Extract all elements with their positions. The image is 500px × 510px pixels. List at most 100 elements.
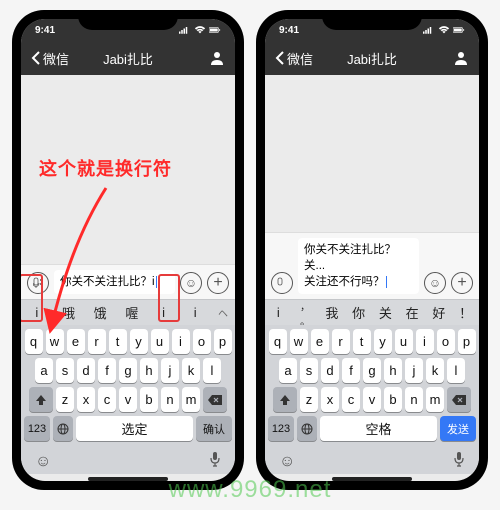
key-s[interactable]: s: [56, 358, 74, 383]
mic-icon[interactable]: [209, 451, 221, 472]
plus-button[interactable]: +: [451, 272, 473, 294]
candidate[interactable]: 我: [319, 303, 346, 322]
voice-button[interactable]: [271, 272, 293, 294]
home-indicator[interactable]: [88, 477, 168, 481]
chat-body[interactable]: [265, 75, 479, 232]
key-shift[interactable]: [29, 387, 53, 412]
key-globe[interactable]: [53, 416, 73, 441]
candidate[interactable]: i: [21, 305, 53, 320]
candidate[interactable]: ！: [452, 303, 479, 322]
key-s[interactable]: s: [300, 358, 318, 383]
key-c[interactable]: c: [98, 387, 116, 412]
key-p[interactable]: p: [214, 329, 232, 354]
key-globe[interactable]: [297, 416, 317, 441]
message-input[interactable]: 你关不关注扎比？ 关... 关注还不行吗？: [298, 238, 419, 294]
key-space[interactable]: 空格: [320, 416, 437, 441]
key-a[interactable]: a: [35, 358, 53, 383]
candidate[interactable]: 关: [372, 303, 399, 322]
key-u[interactable]: u: [395, 329, 413, 354]
candidate[interactable]: i: [148, 305, 180, 320]
key-space[interactable]: 选定: [76, 416, 193, 441]
chat-body[interactable]: 这个就是换行符: [21, 75, 235, 264]
key-d[interactable]: d: [77, 358, 95, 383]
key-m[interactable]: m: [426, 387, 444, 412]
key-v[interactable]: v: [363, 387, 381, 412]
key-b[interactable]: b: [384, 387, 402, 412]
back-button[interactable]: 微信: [31, 49, 103, 68]
key-backspace[interactable]: [447, 387, 471, 412]
key-b[interactable]: b: [140, 387, 158, 412]
key-return[interactable]: 确认: [196, 416, 232, 441]
key-j[interactable]: j: [405, 358, 423, 383]
key-g[interactable]: g: [363, 358, 381, 383]
key-y[interactable]: y: [374, 329, 392, 354]
key-y[interactable]: y: [130, 329, 148, 354]
key-d[interactable]: d: [321, 358, 339, 383]
title-bar: 微信 Jabi扎比: [21, 41, 235, 75]
mic-icon[interactable]: [453, 451, 465, 472]
key-l[interactable]: l: [447, 358, 465, 383]
profile-icon[interactable]: [453, 50, 469, 66]
key-j[interactable]: j: [161, 358, 179, 383]
title-bar: 微信 Jabi扎比: [265, 41, 479, 75]
key-f[interactable]: f: [342, 358, 360, 383]
key-123[interactable]: 123: [24, 416, 50, 441]
emoji-keyboard-icon[interactable]: ☺: [35, 453, 51, 471]
candidate[interactable]: 在: [399, 303, 426, 322]
key-k[interactable]: k: [426, 358, 444, 383]
home-indicator[interactable]: [332, 477, 412, 481]
emoji-button[interactable]: ☺: [424, 272, 446, 294]
key-z[interactable]: z: [56, 387, 74, 412]
candidate[interactable]: 好: [426, 303, 453, 322]
key-m[interactable]: m: [182, 387, 200, 412]
key-h[interactable]: h: [140, 358, 158, 383]
key-z[interactable]: z: [300, 387, 318, 412]
key-i[interactable]: i: [172, 329, 190, 354]
chat-title: Jabi扎比: [103, 49, 153, 68]
key-k[interactable]: k: [182, 358, 200, 383]
candidate[interactable]: i: [265, 305, 292, 320]
key-n[interactable]: n: [161, 387, 179, 412]
profile-icon[interactable]: [209, 50, 225, 66]
key-p[interactable]: p: [458, 329, 476, 354]
wifi-icon: [438, 25, 450, 35]
key-w[interactable]: w: [290, 329, 308, 354]
key-backspace[interactable]: [203, 387, 227, 412]
key-f[interactable]: f: [98, 358, 116, 383]
key-g[interactable]: g: [119, 358, 137, 383]
battery-icon: [209, 25, 221, 35]
key-r[interactable]: r: [332, 329, 350, 354]
key-a[interactable]: a: [279, 358, 297, 383]
key-123[interactable]: 123: [268, 416, 294, 441]
key-x[interactable]: x: [321, 387, 339, 412]
back-button[interactable]: 微信: [275, 49, 347, 68]
key-e[interactable]: e: [311, 329, 329, 354]
key-c[interactable]: c: [342, 387, 360, 412]
voice-button[interactable]: [27, 272, 49, 294]
watermark: www.9969.net: [169, 476, 332, 504]
emoji-button[interactable]: ☺: [180, 272, 202, 294]
key-u[interactable]: u: [151, 329, 169, 354]
keyboard-toolbar: ☺: [21, 448, 235, 474]
key-o[interactable]: o: [193, 329, 211, 354]
key-h[interactable]: h: [384, 358, 402, 383]
key-v[interactable]: v: [119, 387, 137, 412]
candidate-expand[interactable]: ヘ: [211, 305, 235, 320]
key-l[interactable]: l: [203, 358, 221, 383]
key-q[interactable]: q: [25, 329, 43, 354]
candidate[interactable]: ， 。: [292, 298, 319, 328]
phone-left: 9:41 微信 Jabi扎比 这个就是换行符: [12, 10, 244, 490]
key-shift[interactable]: [273, 387, 297, 412]
key-q[interactable]: q: [269, 329, 287, 354]
key-t[interactable]: t: [353, 329, 371, 354]
key-x[interactable]: x: [77, 387, 95, 412]
plus-button[interactable]: +: [207, 272, 229, 294]
key-n[interactable]: n: [405, 387, 423, 412]
candidate[interactable]: i: [179, 305, 211, 320]
key-i[interactable]: i: [416, 329, 434, 354]
key-o[interactable]: o: [437, 329, 455, 354]
emoji-keyboard-icon[interactable]: ☺: [279, 453, 295, 471]
key-send[interactable]: 发送: [440, 416, 476, 441]
wifi-icon: [194, 25, 206, 35]
candidate[interactable]: 你: [345, 303, 372, 322]
